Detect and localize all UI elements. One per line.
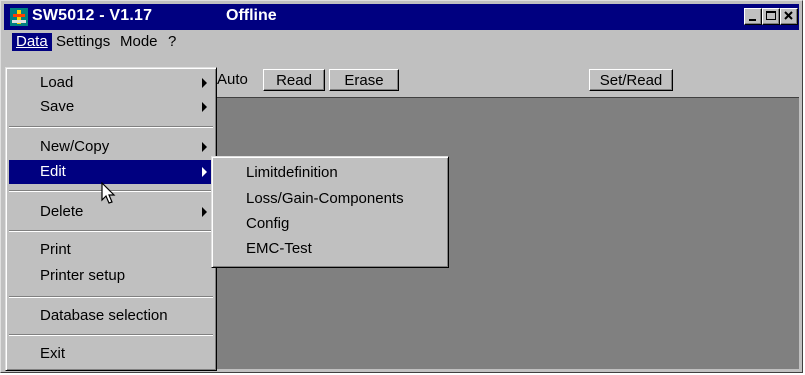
window-title: SW5012 - V1.17: [32, 7, 153, 24]
close-icon: [784, 11, 793, 20]
close-button[interactable]: [780, 8, 798, 25]
menu-item-edit[interactable]: Edit: [9, 160, 213, 184]
auto-label: Auto: [217, 71, 248, 88]
maximize-icon: [766, 11, 776, 20]
menu-item-print[interactable]: Print: [9, 238, 213, 262]
menu-separator: [9, 296, 213, 298]
menu-item-load[interactable]: Load: [9, 71, 213, 95]
menu-bar: Data Settings Mode ?: [4, 31, 799, 53]
menu-item-save[interactable]: Save: [9, 95, 213, 119]
edit-submenu: Limitdefinition Loss/Gain-Components Con…: [211, 156, 449, 268]
set-read-button[interactable]: Set/Read: [589, 69, 673, 91]
app-icon: [10, 8, 28, 26]
title-bar[interactable]: SW5012 - V1.17 Offline: [4, 4, 799, 30]
menu-help[interactable]: ?: [164, 33, 180, 51]
toolbar: Auto Read Erase Set/Read: [211, 67, 799, 97]
submenu-arrow-icon: [202, 142, 207, 152]
submenu-item-limitdefinition[interactable]: Limitdefinition: [215, 161, 445, 185]
submenu-item-config[interactable]: Config: [215, 212, 445, 236]
menu-item-exit[interactable]: Exit: [9, 342, 213, 366]
maximize-button[interactable]: [762, 8, 780, 25]
menu-item-database-selection[interactable]: Database selection: [9, 304, 213, 328]
submenu-arrow-icon: [202, 167, 207, 177]
minimize-button[interactable]: [744, 8, 762, 25]
app-window: SW5012 - V1.17 Offline Data Settings Mod…: [0, 0, 803, 373]
menu-mode[interactable]: Mode: [116, 33, 162, 51]
submenu-item-emc-test[interactable]: EMC-Test: [215, 237, 445, 261]
menu-settings[interactable]: Settings: [52, 33, 114, 51]
read-button[interactable]: Read: [263, 69, 325, 91]
mouse-pointer-icon: [101, 182, 116, 204]
submenu-arrow-icon: [202, 102, 207, 112]
connection-status: Offline: [226, 7, 277, 24]
menu-item-new-copy[interactable]: New/Copy: [9, 135, 213, 159]
menu-item-printer-setup[interactable]: Printer setup: [9, 264, 213, 288]
submenu-arrow-icon: [202, 78, 207, 88]
submenu-item-loss-gain-components[interactable]: Loss/Gain-Components: [215, 187, 445, 211]
menu-separator: [9, 334, 213, 336]
menu-separator: [9, 230, 213, 232]
minimize-icon: [749, 19, 756, 21]
data-menu: Load Save New/Copy Edit Delete Print Pri…: [5, 67, 217, 371]
menu-data[interactable]: Data: [12, 33, 52, 51]
erase-button[interactable]: Erase: [329, 69, 399, 91]
menu-separator: [9, 126, 213, 128]
submenu-arrow-icon: [202, 207, 207, 217]
